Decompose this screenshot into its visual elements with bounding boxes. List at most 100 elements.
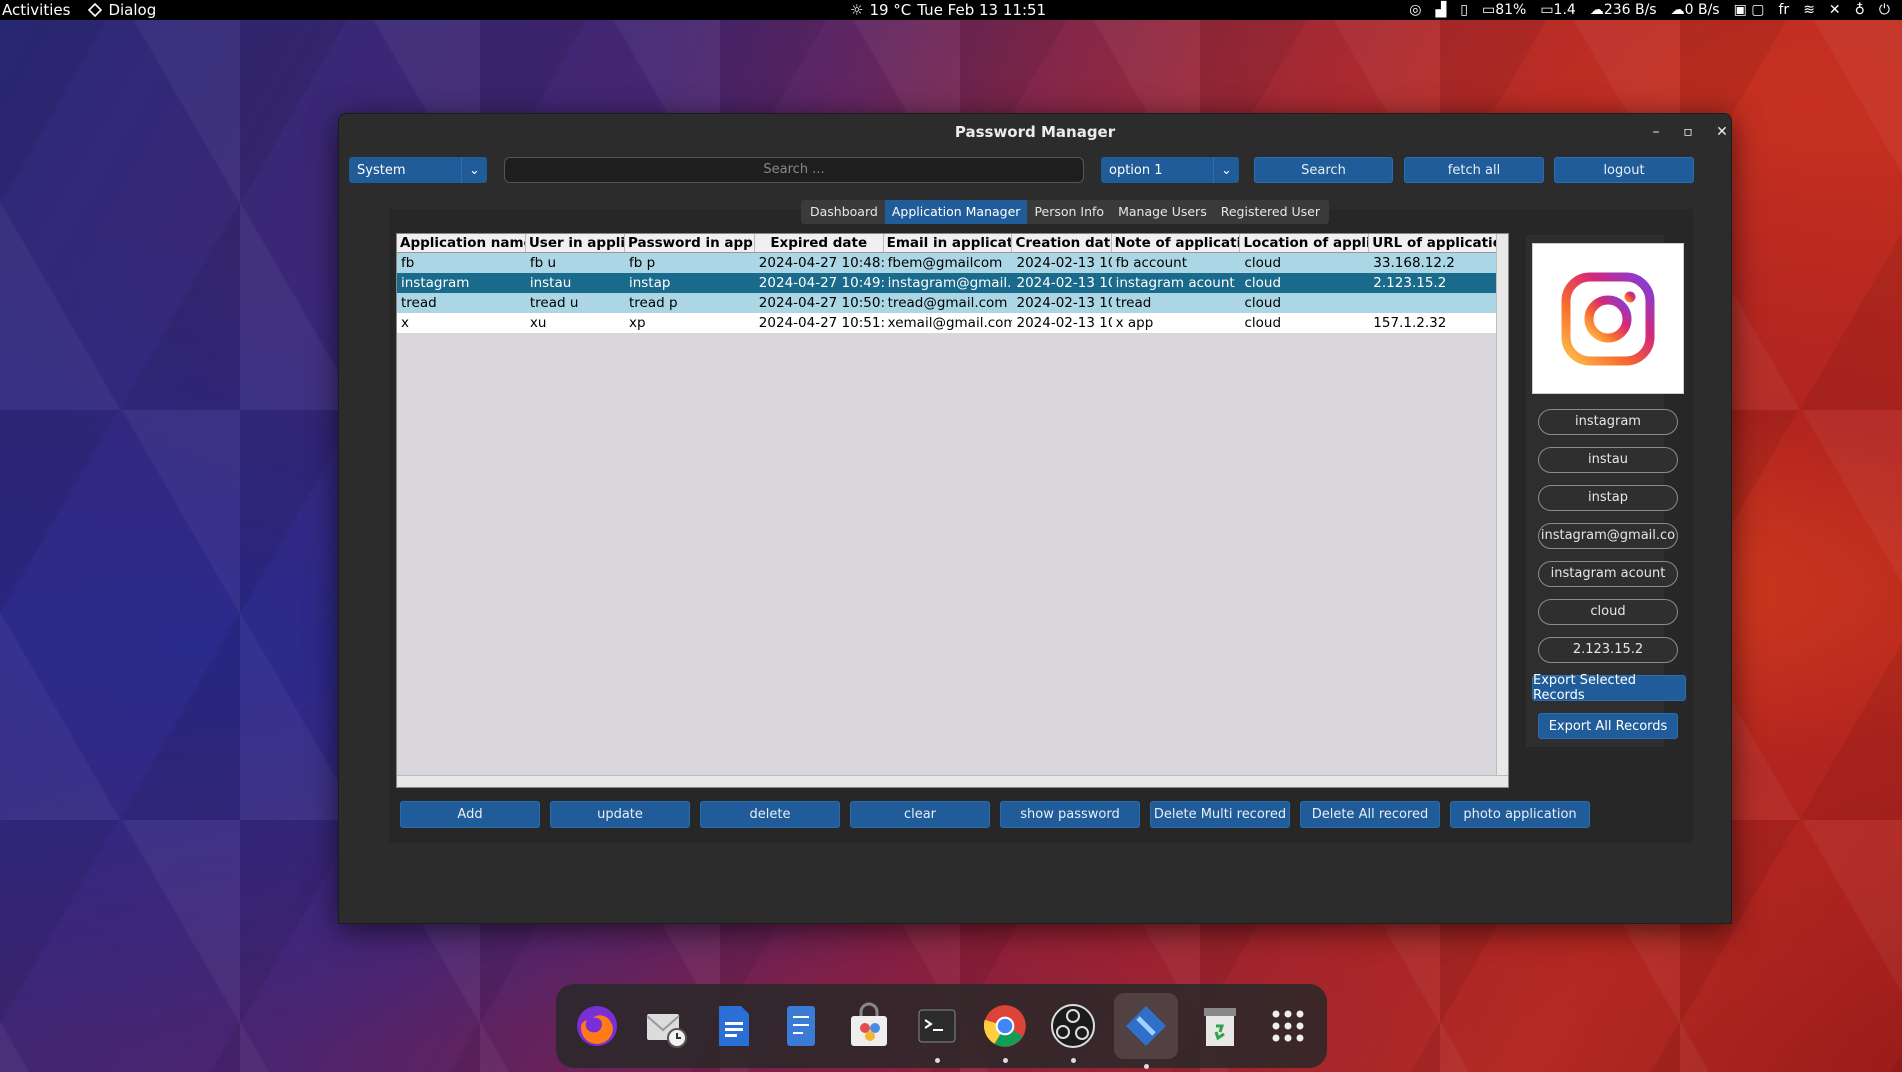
volume-muted-icon: ✕ [1828,2,1841,18]
table-cell: cloud [1244,295,1282,311]
tab-application-manager[interactable]: Application Manager [884,200,1028,224]
table-row[interactable]: instagram instau instap 2024-04-27 10:49… [397,273,1508,293]
table-cell: 2024-02-13 10 [1016,295,1112,311]
maximize-button[interactable]: ▫ [1678,122,1698,142]
delete-multi-button[interactable]: Delete Multi recored [1150,801,1290,828]
tab-person-info[interactable]: Person Info [1027,200,1111,224]
table-cell: xp [628,315,646,331]
table-cell: 2024-04-27 10:49:3 [758,275,884,291]
export-all-button[interactable]: Export All Records [1538,713,1678,739]
column-header[interactable]: URL of application [1369,234,1508,252]
writer-icon[interactable] [706,1000,759,1053]
dialog-icon[interactable] [1114,993,1178,1069]
add-button[interactable]: Add [400,801,540,828]
name-field[interactable]: instagram [1538,409,1678,435]
table-row[interactable]: fb fb u fb p 2024-04-27 10:48:0 fbem@gma… [397,253,1508,273]
app-name: Dialog [108,1,157,19]
table-cell: 2024-04-27 10:48:0 [758,255,884,271]
obs-status-icon: ◎ [1409,2,1422,18]
logout-button[interactable]: logout [1554,157,1694,183]
keyboard-layout[interactable]: fr [1779,2,1790,18]
category-combo[interactable]: System ⌄ [349,157,487,183]
software-icon[interactable] [842,1000,895,1053]
firefox-icon[interactable] [570,1000,623,1053]
table-cell: 33.168.12.2 [1373,255,1455,271]
delete-button[interactable]: delete [700,801,840,828]
table-cell: tread [1115,295,1152,311]
column-header[interactable]: Email in application [884,234,1013,252]
table-cell: 2024-04-27 10:50:2 [758,295,884,311]
tab-dashboard[interactable]: Dashboard [803,200,885,224]
running-indicator [1070,1057,1076,1063]
table-row[interactable]: tread tread u tread p 2024-04-27 10:50:2… [397,293,1508,313]
photo-application-button[interactable]: photo application [1450,801,1590,828]
show-password-button[interactable]: show password [1000,801,1140,828]
update-button[interactable]: update [550,801,690,828]
vertical-scrollbar[interactable] [1496,234,1508,787]
column-header[interactable]: Expired date [755,234,884,252]
table-cell: fb account [1115,255,1188,271]
column-header[interactable]: Password in applica [625,234,755,252]
app-menu[interactable]: Dialog [88,1,156,19]
workspace-indicator-icon: ▣ ▢ [1733,2,1765,18]
table-cell: cloud [1244,315,1282,331]
notes-icon[interactable] [774,1000,827,1053]
running-indicator [934,1057,940,1063]
table-cell: fb p [628,255,656,271]
table-cell: 2024-02-13 10 [1016,275,1112,291]
tab-bar: Dashboard Application Manager Person Inf… [801,200,1329,224]
email-field[interactable]: instagram@gmail.co [1538,523,1678,549]
note-field[interactable]: instagram acount [1538,561,1678,587]
weather-temp: 19 °C [869,1,912,19]
tab-manage-users[interactable]: Manage Users [1111,200,1214,224]
datetime: Tue Feb 13 11:51 [917,1,1047,19]
apps-grid-icon[interactable] [1261,1000,1314,1053]
column-header[interactable]: User in applica [526,234,625,252]
column-header[interactable]: Note of application [1112,234,1241,252]
column-header[interactable]: Application name [397,234,526,252]
obs-icon[interactable] [1046,1000,1099,1063]
table-cell: instagram [401,275,470,291]
table-cell: 157.1.2.32 [1373,315,1447,331]
close-button[interactable]: ✕ [1712,122,1732,142]
chrome-icon[interactable] [978,1000,1031,1063]
table-cell: cloud [1244,275,1282,291]
table-cell: xemail@gmail.com [887,315,1013,331]
tab-registered-user[interactable]: Registered User [1214,200,1327,224]
trash-icon[interactable] [1193,1000,1246,1053]
search-button[interactable]: Search [1254,157,1393,183]
activities-button[interactable]: Activities [0,1,70,19]
horizontal-scrollbar[interactable] [397,775,1508,787]
table-cell: tread u [529,295,579,311]
table-cell: cloud [1244,255,1282,271]
url-field[interactable]: 2.123.15.2 [1538,637,1678,663]
wifi-icon: ≋ [1803,2,1815,18]
applications-table[interactable]: Application name User in applica Passwor… [396,233,1509,788]
user-field[interactable]: instau [1538,447,1678,473]
password-field[interactable]: instap [1538,485,1678,511]
terminal-icon[interactable] [910,1000,963,1063]
location-field[interactable]: cloud [1538,599,1678,625]
column-header[interactable]: Location of applicat [1240,234,1370,252]
mail-icon[interactable] [638,1000,691,1053]
table-row[interactable]: x xu xp 2024-04-27 10:51:2 xemail@gmail.… [397,313,1508,333]
microphone-icon: ♁ [1854,2,1865,18]
clock-area[interactable]: ☼ 19 °C Tue Feb 13 11:51 [850,0,1046,20]
delete-all-button[interactable]: Delete All recored [1300,801,1440,828]
export-selected-button[interactable]: Export Selected Records [1532,673,1686,703]
category-combo-value: System [357,162,406,178]
clear-button[interactable]: clear [850,801,990,828]
minimize-button[interactable]: – [1646,122,1666,142]
table-cell: 2024-02-13 10 [1016,315,1112,331]
power-icon: ⏻ [1878,2,1890,18]
option-combo[interactable]: option 1 ⌄ [1101,157,1239,183]
table-cell: x [401,315,409,331]
table-cell: tread p [628,295,678,311]
search-input[interactable]: Search ... [504,157,1084,183]
fetch-all-button[interactable]: fetch all [1404,157,1544,183]
network-graph-icon: ▟ [1435,2,1447,18]
running-indicator [1144,1064,1149,1069]
dock [556,984,1327,1069]
column-header[interactable]: Creation date [1012,234,1112,252]
status-area[interactable]: ◎ ▟ ▯ ▭81% ▭1.4 ☁236 B/s ☁0 B/s ▣ ▢ fr ≋… [1409,0,1890,20]
